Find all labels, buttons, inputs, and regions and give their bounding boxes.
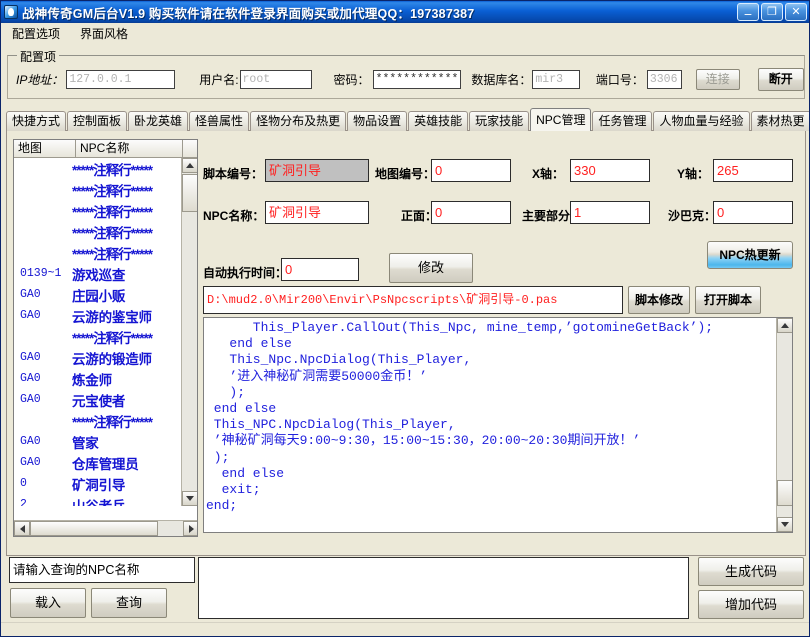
- axis-y-input[interactable]: 265: [713, 159, 793, 182]
- script-editor[interactable]: This_Player.CallOut(This_Npc, mine_temp,…: [203, 317, 793, 533]
- map-id-label: 地图编号：: [375, 167, 436, 181]
- menu-item-config[interactable]: 配置选项: [9, 24, 63, 43]
- ip-input[interactable]: 127.0.0.1: [66, 70, 176, 89]
- generate-code-button[interactable]: 生成代码: [698, 557, 804, 586]
- npc-name-label: NPC名称：: [203, 209, 265, 223]
- npc-hot-update-button[interactable]: NPC热更新: [707, 241, 793, 269]
- minimize-button[interactable]: _: [737, 1, 759, 21]
- tab-quest-manage[interactable]: 任务管理: [592, 111, 653, 131]
- window-controls: _ ❐ ✕: [737, 1, 807, 21]
- npc-manage-page: 地图 NPC名称 *****注释行***** *****注释行***** *****…: [6, 130, 806, 556]
- auto-time-label: 自动执行时间：: [203, 266, 288, 280]
- front-input[interactable]: 0: [431, 201, 511, 224]
- tab-strip: 快捷方式 控制面板 卧龙英雄 怪兽属性 怪物分布及热更 物品设置 英雄技能 玩家…: [6, 108, 809, 131]
- script-editor-content[interactable]: This_Player.CallOut(This_Npc, mine_temp,…: [204, 318, 792, 532]
- window-title: 战神传奇GM后台V1.9 购买软件请在软件登录界面购买或加代理QQ：197387…: [22, 6, 475, 21]
- axis-x-input[interactable]: 330: [570, 159, 650, 182]
- dbname-label: 数据库名：: [471, 73, 532, 87]
- port-input[interactable]: 3306: [646, 70, 683, 89]
- tab-item-settings[interactable]: 物品设置: [347, 111, 408, 131]
- menu-item-skin[interactable]: 界面风格: [77, 24, 131, 43]
- connect-button[interactable]: 连接: [696, 69, 740, 90]
- tab-npc-manage[interactable]: NPC管理: [530, 108, 592, 131]
- close-button[interactable]: ✕: [785, 3, 807, 21]
- editor-scroll-down-icon[interactable]: [777, 517, 792, 532]
- password-label: 密码：: [333, 73, 370, 87]
- config-group-row: IP地址： 127.0.0.1 用户名: root 密码： **********…: [8, 68, 805, 91]
- axis-y-label: Y轴：: [677, 167, 710, 181]
- tab-wolong-hero[interactable]: 卧龙英雄: [128, 111, 189, 131]
- dbname-input[interactable]: mir3: [532, 70, 580, 89]
- close-icon: ✕: [791, 5, 801, 18]
- script-id-label: 脚本编号：: [203, 167, 264, 181]
- config-group-title: 配置项: [17, 48, 60, 65]
- menu-bar: 配置选项 界面风格: [1, 23, 809, 43]
- editor-vscrollbar[interactable]: [776, 318, 792, 532]
- tab-player-skill[interactable]: 玩家技能: [469, 111, 530, 131]
- script-edit-button[interactable]: 脚本修改: [628, 286, 690, 314]
- ip-label: IP地址：: [16, 73, 64, 87]
- username-label: 用户名:: [199, 73, 239, 87]
- port-label: 端口号：: [595, 73, 644, 87]
- tab-asset-hotupdate[interactable]: 素材热更: [750, 111, 809, 131]
- npc-name-input[interactable]: 矿洞引导: [265, 201, 369, 224]
- auto-time-input[interactable]: 0: [281, 258, 359, 281]
- modify-button[interactable]: 修改: [389, 253, 473, 283]
- tab-monster-attr[interactable]: 怪兽属性: [189, 111, 250, 131]
- tab-hero-skill[interactable]: 英雄技能: [408, 111, 469, 131]
- app-icon: [4, 5, 18, 19]
- script-path-input[interactable]: D:\mud2.0\Mir200\Envir\PsNpcscripts\矿洞引导…: [203, 286, 623, 314]
- editor-scroll-up-icon[interactable]: [777, 318, 792, 333]
- script-id-input[interactable]: 矿洞引导: [265, 159, 369, 182]
- tab-monster-dist[interactable]: 怪物分布及热更: [250, 111, 347, 131]
- script-open-button[interactable]: 打开脚本: [695, 286, 761, 314]
- title-bar: 战神传奇GM后台V1.9 购买软件请在软件登录界面购买或加代理QQ：197387…: [1, 1, 809, 23]
- config-group: 配置项 IP地址： 127.0.0.1 用户名: root 密码： ******…: [7, 48, 805, 99]
- search-input[interactable]: 请输入查询的NPC名称: [9, 557, 195, 583]
- load-button[interactable]: 载入: [10, 588, 86, 618]
- query-button[interactable]: 查询: [91, 588, 167, 618]
- tab-shortcut[interactable]: 快捷方式: [6, 111, 67, 131]
- tab-hp-exp[interactable]: 人物血量与经验: [653, 111, 750, 131]
- tab-control-panel[interactable]: 控制面板: [67, 111, 128, 131]
- maximize-icon: ❐: [767, 5, 777, 18]
- output-textarea[interactable]: [198, 557, 689, 619]
- disconnect-button[interactable]: 断开: [757, 68, 805, 91]
- minimize-icon: _: [744, 1, 752, 16]
- sabac-input[interactable]: 0: [713, 201, 793, 224]
- status-bar: [1, 622, 809, 636]
- username-input[interactable]: root: [239, 70, 312, 89]
- editor-vscroll-thumb[interactable]: [777, 480, 792, 506]
- main-part-input[interactable]: 1: [570, 201, 650, 224]
- add-code-button[interactable]: 增加代码: [698, 590, 804, 619]
- sabac-label: 沙巴克：: [668, 209, 717, 223]
- application-window: 战神传奇GM后台V1.9 购买软件请在软件登录界面购买或加代理QQ：197387…: [0, 0, 810, 637]
- password-input[interactable]: ************: [372, 70, 462, 89]
- maximize-button[interactable]: ❐: [761, 3, 783, 21]
- map-id-input[interactable]: 0: [431, 159, 511, 182]
- axis-x-label: X轴：: [532, 167, 565, 181]
